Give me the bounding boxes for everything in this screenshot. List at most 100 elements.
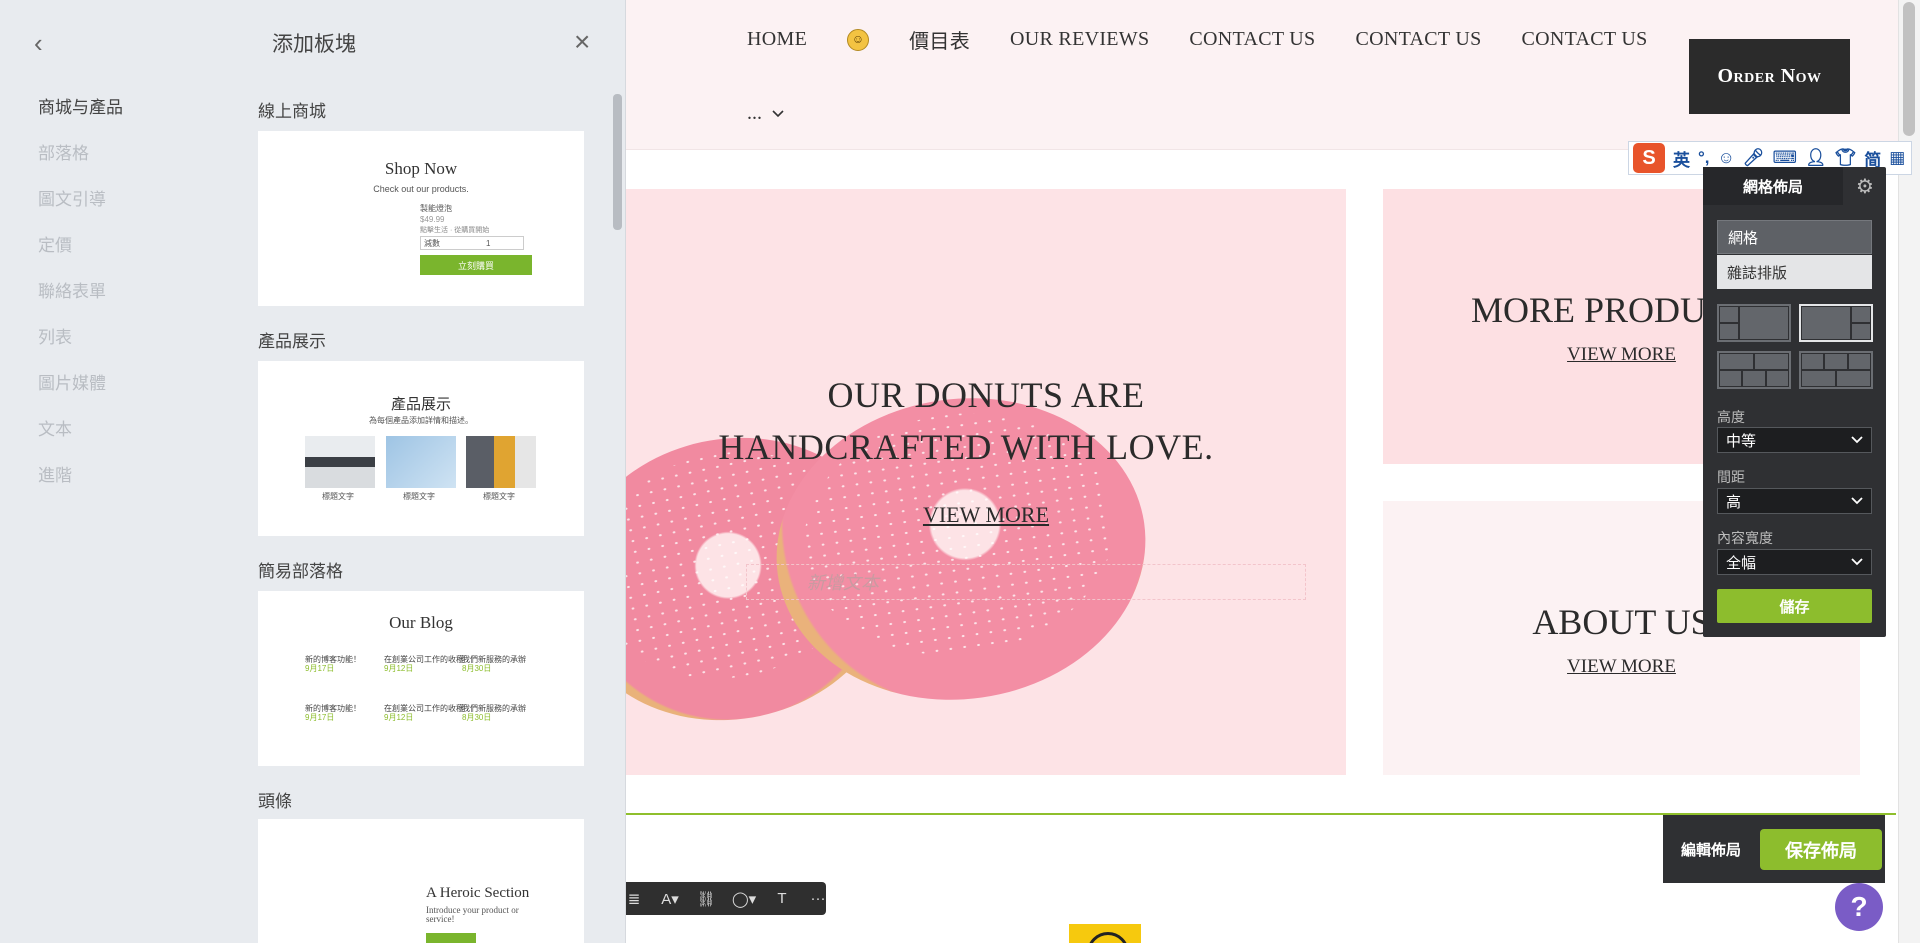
- block-title: Our Blog: [389, 613, 453, 632]
- category-blog[interactable]: 部落格: [38, 143, 123, 189]
- spacing-select[interactable]: 高: [1717, 488, 1872, 514]
- spacing-value: 高: [1726, 493, 1742, 511]
- product-caption: 標題文字: [403, 492, 435, 501]
- nav-item-pricing[interactable]: 價目表: [909, 25, 970, 54]
- panel-title: 添加板塊: [272, 33, 356, 56]
- nav-item-contact-3[interactable]: CONTACT US: [1522, 28, 1648, 51]
- block-product-display[interactable]: 產品展示 為每個產品添加詳情和描述。 標題文字 標題文字 標題文字: [258, 361, 584, 536]
- nav-item-contact-1[interactable]: CONTACT US: [1189, 28, 1315, 51]
- skin-icon[interactable]: 👕︎: [1835, 148, 1857, 168]
- block-header[interactable]: A Heroic Section Introduce your product …: [258, 819, 584, 943]
- edit-layout-button[interactable]: 編輯佈局: [1681, 839, 1741, 860]
- nav-more-label: ...: [747, 102, 762, 124]
- magazine-option[interactable]: 雜誌排版: [1717, 255, 1872, 289]
- punctuation-icon[interactable]: °,: [1698, 148, 1710, 168]
- layout-choice-3[interactable]: [1717, 351, 1791, 389]
- section-image: [1069, 924, 1141, 943]
- nav-item-home[interactable]: HOME: [747, 28, 807, 51]
- hero-title[interactable]: OUR DONUTS ARE HANDCRAFTED WITH LOVE.: [626, 369, 1346, 473]
- category-media[interactable]: 圖片媒體: [38, 373, 123, 419]
- help-button[interactable]: ?: [1835, 883, 1883, 931]
- content-width-select[interactable]: 全幅: [1717, 549, 1872, 575]
- layout-choice-4[interactable]: [1799, 351, 1873, 389]
- chevron-down-icon: [1851, 558, 1863, 566]
- blog-post: 我們新服務的承辦 8月30日: [462, 704, 526, 722]
- font-size-icon[interactable]: A▾: [661, 890, 679, 908]
- hero-new-text-placeholder[interactable]: 新增文本: [746, 564, 1306, 600]
- layout-choice-1[interactable]: [1717, 304, 1791, 342]
- content-width-label: 內容寬度: [1717, 530, 1773, 546]
- ime-logo[interactable]: S: [1633, 143, 1665, 173]
- user-icon[interactable]: 👤︎: [1805, 148, 1827, 168]
- product-thumbnail: [466, 436, 536, 488]
- ime-language-toggle[interactable]: 英: [1673, 146, 1690, 171]
- category-pricing[interactable]: 定價: [38, 235, 123, 281]
- quantity-field: 減數 1: [420, 236, 524, 250]
- category-list-item[interactable]: 列表: [38, 327, 123, 373]
- block-subtitle: 為每個產品添加詳情和描述。: [369, 416, 473, 425]
- category-list: 商城与產品 部落格 圖文引導 定價 聯絡表單 列表 圖片媒體 文本 進階: [38, 97, 123, 511]
- block-title: Shop Now: [384, 159, 458, 178]
- block-label: 簡易部落格: [258, 562, 343, 581]
- site-nav: HOME ☺ 價目表 OUR REVIEWS CONTACT US CONTAC…: [747, 25, 1688, 54]
- layout-choice-2[interactable]: [1799, 304, 1873, 342]
- gear-icon[interactable]: ⚙: [1856, 174, 1874, 199]
- color-icon[interactable]: ◯▾: [732, 890, 756, 908]
- grid-layout-tab[interactable]: 網格佈局: [1703, 167, 1843, 205]
- category-contact-form[interactable]: 聯絡表單: [38, 281, 123, 327]
- nav-item-reviews[interactable]: OUR REVIEWS: [1010, 28, 1149, 51]
- quantity-value: 1: [486, 238, 491, 248]
- emoji-icon[interactable]: ☺: [1718, 148, 1735, 168]
- block-label: 產品展示: [258, 332, 326, 351]
- category-store[interactable]: 商城与產品: [38, 97, 123, 143]
- blog-post: 新的博客功能！ 9月17日: [305, 704, 361, 722]
- order-now-button[interactable]: Order Now: [1689, 39, 1850, 114]
- add-block-panel: ‹ 添加板塊 × 商城与產品 部落格 圖文引導 定價 聯絡表單 列表 圖片媒體 …: [0, 0, 626, 943]
- hero-section[interactable]: [626, 189, 1346, 775]
- grid-save-button[interactable]: 儲存: [1717, 589, 1872, 623]
- smiley-icon[interactable]: ☺: [847, 28, 870, 51]
- product-price: $49.99: [420, 215, 445, 224]
- link-icon[interactable]: ⛓: [696, 890, 715, 908]
- more-icon[interactable]: ···: [810, 890, 826, 907]
- category-guide[interactable]: 圖文引導: [38, 189, 123, 235]
- block-online-store[interactable]: Shop Now Check out our products. 製能燈泡 $4…: [258, 131, 584, 306]
- product-thumbnail: [305, 436, 375, 488]
- grid-layout-panel: 網格佈局 ⚙ 網格 雜誌排版 高度 中等 間距 高 內容寬度 全幅 儲存: [1703, 167, 1886, 637]
- save-layout-button[interactable]: 保存佈局: [1760, 829, 1882, 870]
- category-advanced[interactable]: 進階: [38, 465, 123, 511]
- block-label: 線上商城: [258, 102, 326, 121]
- height-value: 中等: [1726, 432, 1757, 450]
- grid-option[interactable]: 網格: [1717, 220, 1872, 254]
- site-header: HOME ☺ 價目表 OUR REVIEWS CONTACT US CONTAC…: [626, 0, 1920, 150]
- nav-item-contact-2[interactable]: CONTACT US: [1355, 28, 1481, 51]
- microphone-icon[interactable]: 🎤︎: [1743, 148, 1765, 168]
- product-caption: 標題文字: [483, 492, 515, 501]
- height-select[interactable]: 中等: [1717, 427, 1872, 453]
- panel-scrollbar[interactable]: [613, 94, 622, 230]
- hero-view-more-link[interactable]: VIEW MORE: [626, 502, 1346, 528]
- category-text[interactable]: 文本: [38, 419, 123, 465]
- list-icon[interactable]: ≣: [626, 890, 642, 908]
- keyboard-icon[interactable]: ⌨: [1772, 148, 1797, 168]
- close-icon[interactable]: ×: [574, 28, 590, 56]
- product-desc: 點擊生活 · 從購買開始: [420, 227, 490, 234]
- block-subtitle: Check out our products.: [373, 184, 469, 194]
- hero-title-line-2: HANDCRAFTED WITH LOVE.: [718, 427, 1214, 467]
- buy-now-button: 立刻購買: [420, 255, 532, 275]
- nav-more-menu[interactable]: ...: [747, 102, 784, 125]
- product-caption: 標題文字: [322, 492, 354, 501]
- edit-layout-bar: 編輯佈局 保存佈局: [1663, 815, 1885, 883]
- text-format-toolbar: ≣ A▾ ⛓ ◯▾ T ···: [626, 882, 826, 915]
- chevron-down-icon: [1851, 436, 1863, 444]
- height-label: 高度: [1717, 409, 1745, 425]
- product-name: 製能燈泡: [420, 204, 452, 213]
- card-view-more-link[interactable]: VIEW MORE: [1383, 656, 1860, 678]
- block-simple-blog[interactable]: Our Blog 新的博客功能！ 9月17日 在創業公司工作的收穫 9月12日 我們…: [258, 591, 584, 766]
- block-cta-button: [426, 933, 476, 943]
- text-style-icon[interactable]: T: [774, 890, 790, 907]
- back-icon[interactable]: ‹: [34, 30, 43, 56]
- product-thumbnail: [386, 436, 456, 488]
- grid-menu-icon[interactable]: ▦: [1889, 148, 1905, 168]
- blog-post: 在創業公司工作的收穫 9月12日: [384, 655, 464, 673]
